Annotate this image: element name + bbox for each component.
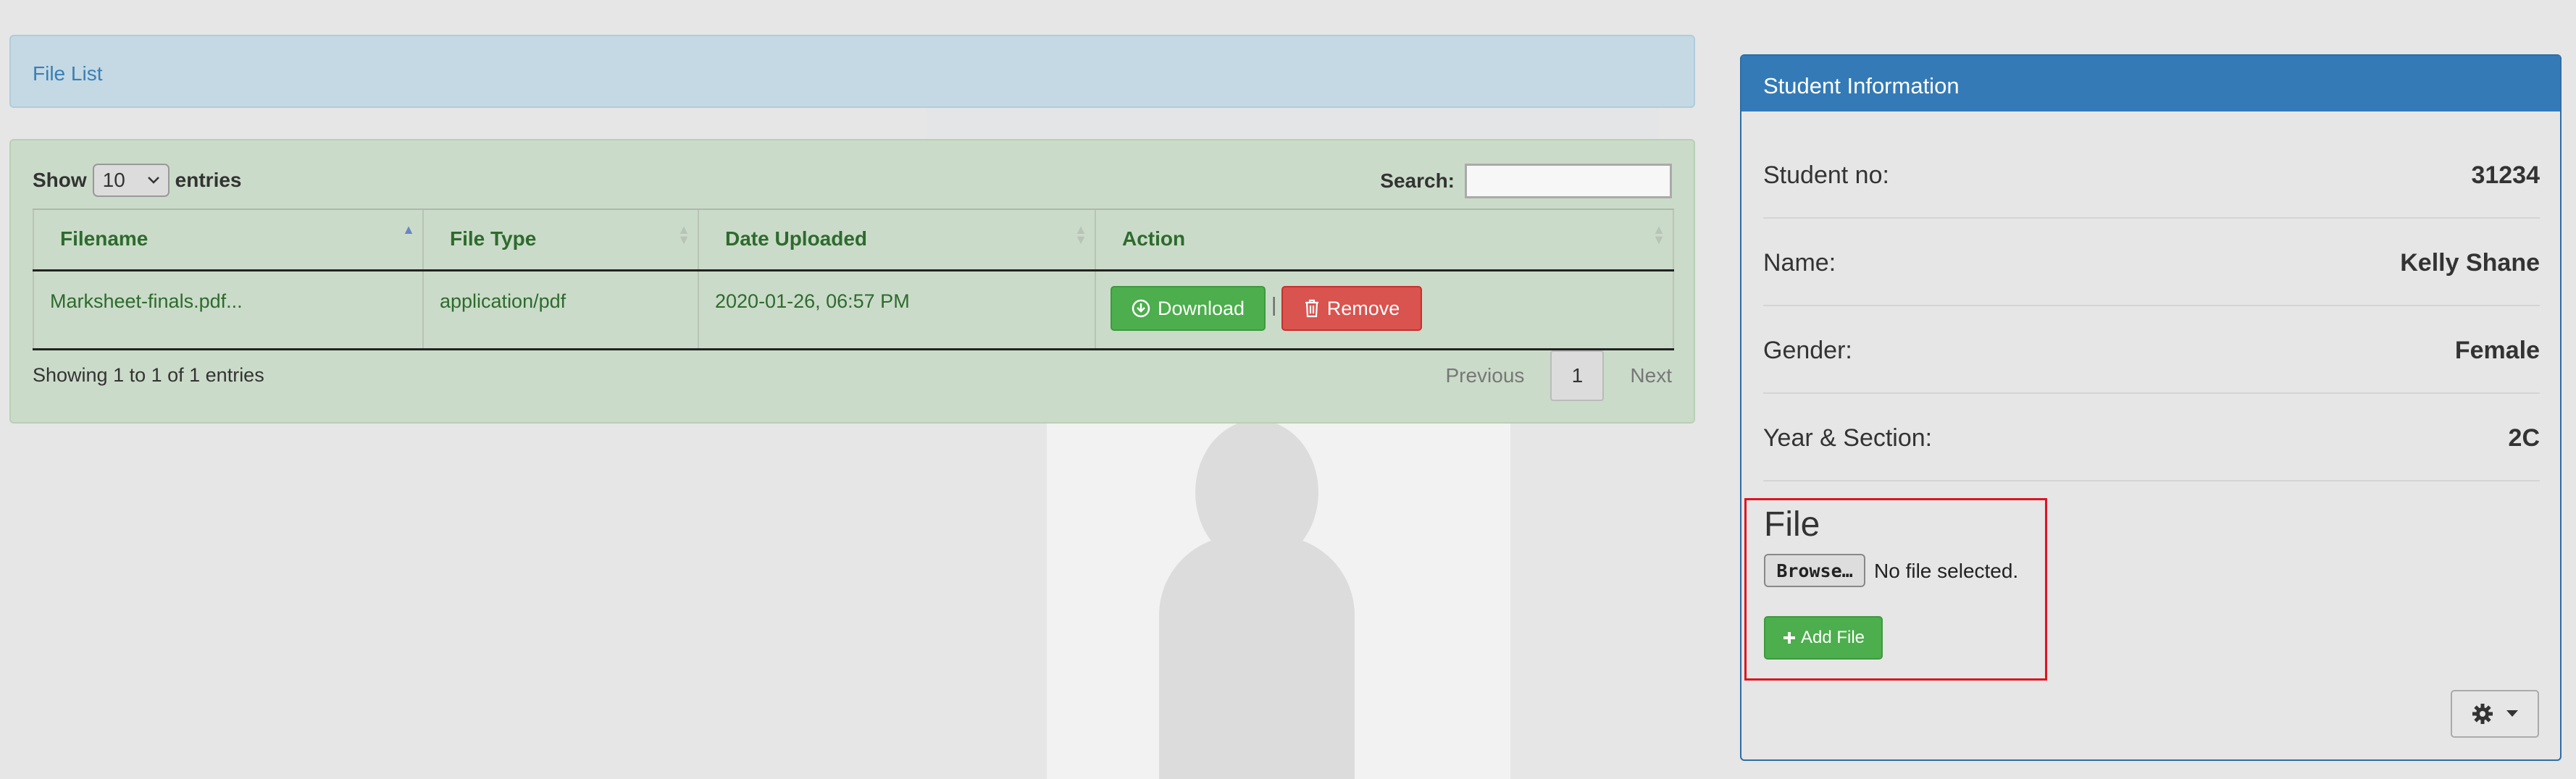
column-header-file-type[interactable]: File Type ▲ ▼ [424,210,699,269]
entries-length-control: Show 10 entries [33,164,242,197]
file-table-panel: Show 10 entries Search: Filename ▲ File … [9,139,1695,424]
column-header-label: File Type [450,227,537,250]
student-panel-title: Student Information [1741,56,2560,111]
column-header-date-uploaded[interactable]: Date Uploaded ▲ ▼ [699,210,1096,269]
year-section-label: Year & Section: [1763,424,1933,452]
sort-ascending-icon: ▲ [402,222,415,237]
table-row: Marksheet-finals.pdf... application/pdf … [33,271,1674,350]
download-icon [1132,299,1150,318]
sort-both-icon: ▲ ▼ [677,222,690,247]
next-page-link[interactable]: Next [1630,364,1672,387]
name-value: Kelly Shane [2400,249,2540,277]
table-info-summary: Showing 1 to 1 of 1 entries [33,364,264,386]
column-header-label: Filename [60,227,149,250]
student-no-row: Student no: 31234 [1763,130,2540,219]
download-button[interactable]: Download [1111,286,1266,331]
previous-page-link[interactable]: Previous [1445,364,1524,387]
chevron-down-icon [147,177,159,184]
column-header-action[interactable]: Action ▲ ▼ [1096,210,1674,269]
cell-action: Download | Remove [1096,271,1674,348]
file-upload-section: File Browse… No file selected. Add File [1744,498,2047,681]
name-row: Name: Kelly Shane [1763,217,2540,306]
sort-both-icon: ▲ ▼ [1074,222,1087,247]
entries-label: entries [175,169,242,191]
remove-button[interactable]: Remove [1281,286,1422,331]
add-file-button[interactable]: Add File [1764,616,1883,660]
file-section-title: File [1764,505,1820,544]
trash-icon [1305,299,1318,318]
name-label: Name: [1763,249,1836,277]
action-separator: | [1271,293,1277,316]
entries-select-value: 10 [102,169,125,191]
column-header-label: Date Uploaded [725,227,868,250]
cell-filename: Marksheet-finals.pdf... [33,271,424,348]
file-table: Filename ▲ File Type ▲ ▼ Date Uploaded ▲ ▼… [33,209,1674,350]
remove-button-label: Remove [1326,297,1400,319]
pagination: Previous 1 Next [1445,350,1672,401]
page-1-button[interactable]: 1 [1550,350,1605,401]
table-header-row: Filename ▲ File Type ▲ ▼ Date Uploaded ▲ ▼… [33,209,1674,271]
show-label: Show [33,169,87,191]
student-no-value: 31234 [2471,161,2540,189]
entries-select[interactable]: 10 [92,164,170,197]
background-watermark-silhouette-head [1195,420,1318,565]
settings-dropdown-button[interactable] [2451,690,2539,738]
file-list-title: File List [33,62,103,85]
add-file-label: Add File [1800,628,1865,647]
column-header-filename[interactable]: Filename ▲ [33,210,424,269]
gender-label: Gender: [1763,337,1852,364]
year-section-value: 2C [2508,424,2540,452]
search-label: Search: [1380,169,1455,192]
sort-both-icon: ▲ ▼ [1652,222,1665,247]
background-watermark-silhouette-body [1159,536,1355,779]
cell-file-type: application/pdf [424,271,699,348]
gear-icon [2472,704,2493,724]
no-file-selected-text: No file selected. [1874,560,2019,582]
student-no-label: Student no: [1763,161,1889,189]
browse-button[interactable]: Browse… [1764,554,1865,587]
column-header-label: Action [1122,227,1186,250]
plus-icon [1783,632,1795,644]
year-section-row: Year & Section: 2C [1763,392,2540,481]
caret-down-icon [2506,710,2518,717]
cell-date-uploaded: 2020-01-26, 06:57 PM [699,271,1096,348]
file-list-header-panel: File List [9,35,1695,108]
gender-value: Female [2454,337,2540,364]
download-button-label: Download [1157,297,1245,319]
search-control: Search: [1380,164,1672,198]
search-input[interactable] [1465,164,1672,198]
gender-row: Gender: Female [1763,305,2540,394]
